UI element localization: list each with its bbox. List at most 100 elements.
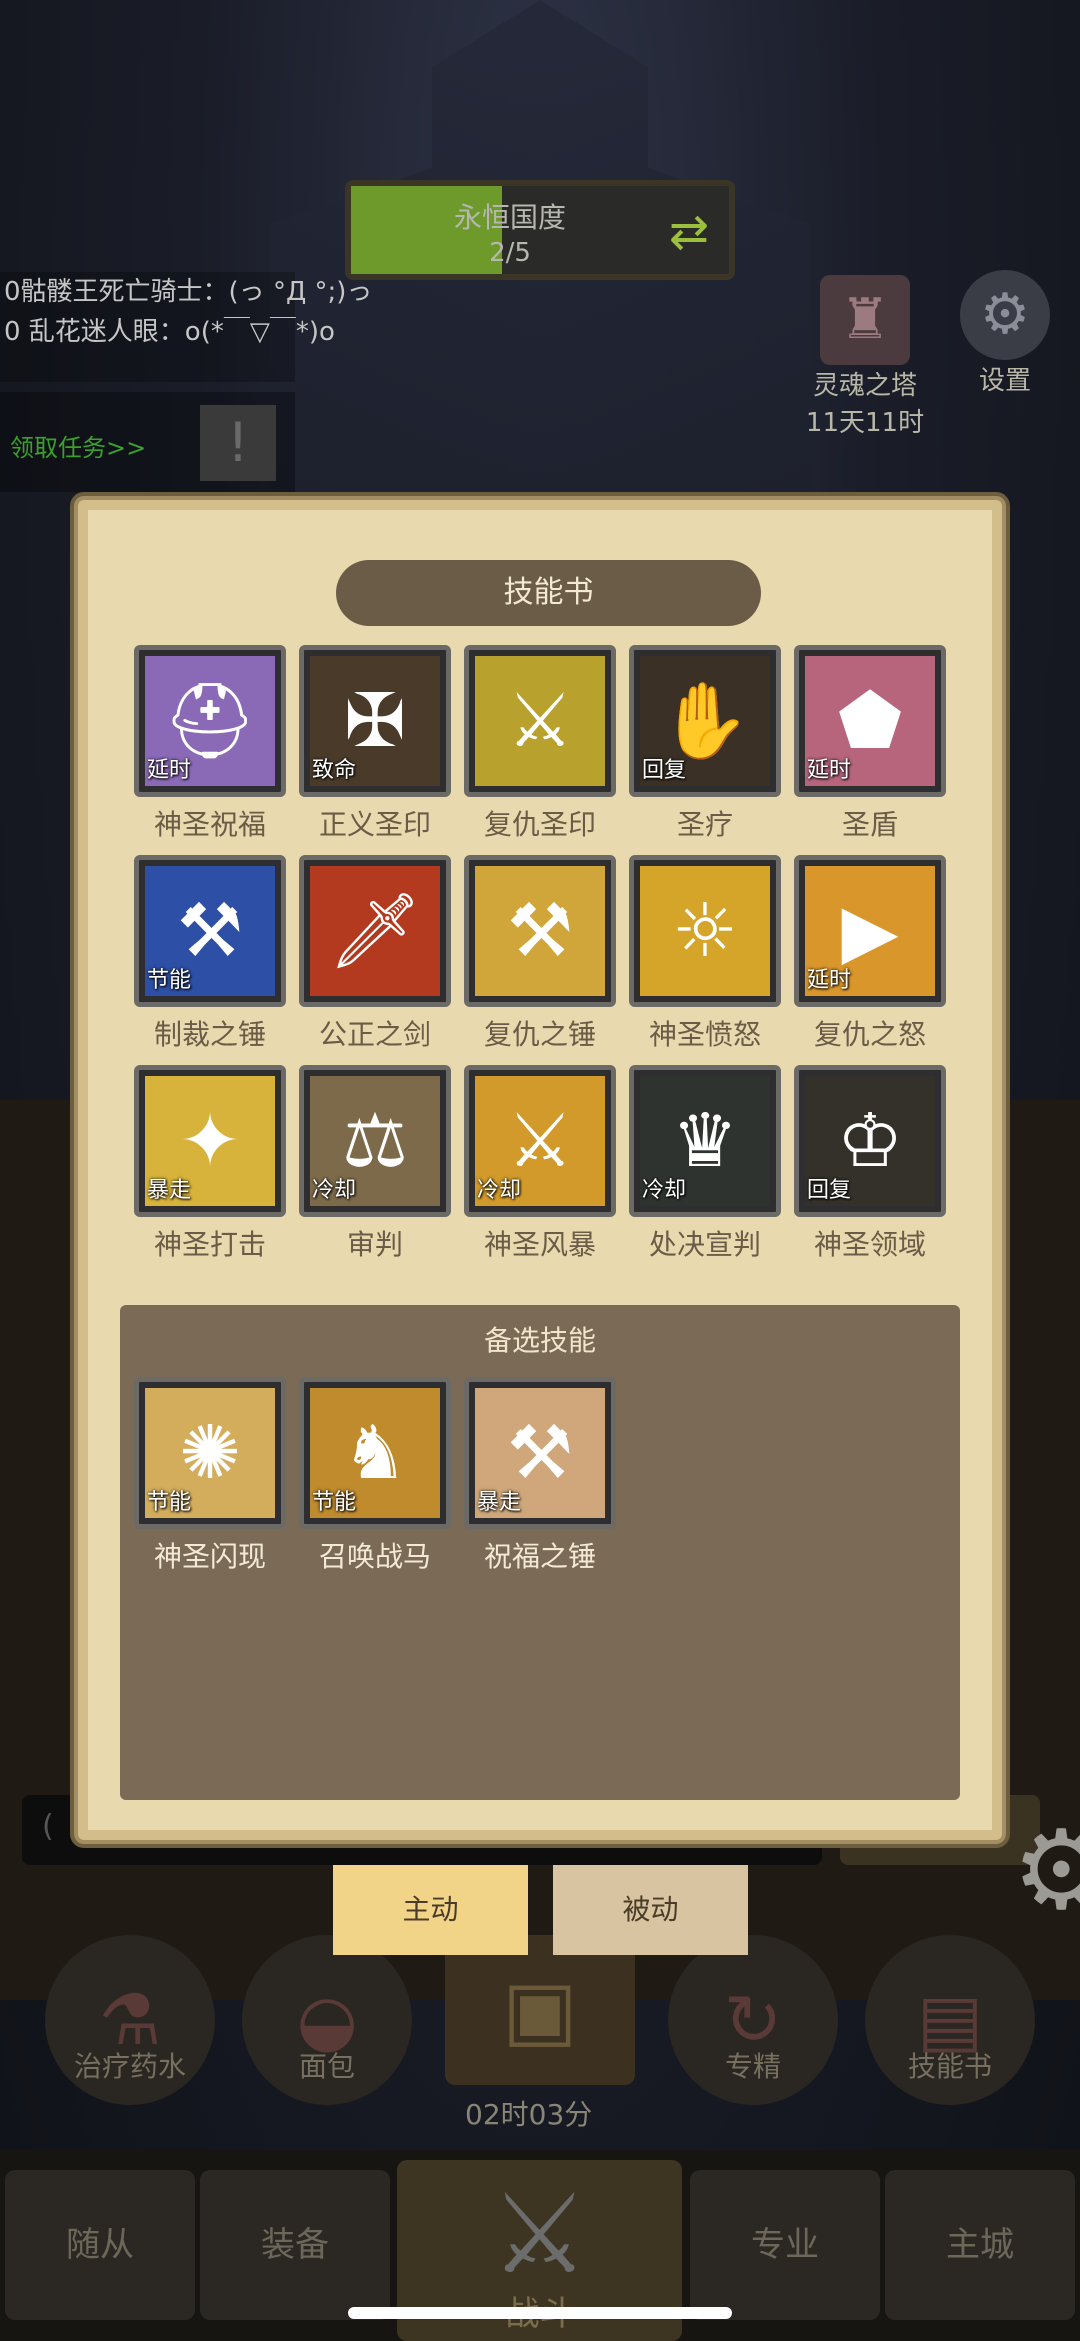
skill-tag: 冷却 xyxy=(477,1178,522,1203)
skill-slot[interactable]: ⬟ 延时圣盾 xyxy=(794,645,946,850)
skill-slot[interactable]: ⛑ 延时神圣祝福 xyxy=(134,645,286,850)
skill-icon-frame: ⚔ 冷却 xyxy=(464,1065,616,1217)
crossed-swords-icon: ⚔ xyxy=(475,656,605,786)
skill-icon-frame: ⚒ xyxy=(464,855,616,1007)
skill-tag: 致命 xyxy=(312,758,357,783)
skill-name: 复仇圣印 xyxy=(483,808,596,841)
skill-slot[interactable]: ▶ 延时复仇之怒 xyxy=(794,855,946,1060)
realm-progress-text: 2/5 xyxy=(489,238,531,268)
skill-tag: 节能 xyxy=(312,1490,357,1515)
tab-passive-skills[interactable]: 被动 xyxy=(553,1865,748,1955)
skill-slot[interactable]: ⚒ 复仇之锤 xyxy=(464,855,616,1060)
skill-icon-frame: ⬟ 延时 xyxy=(794,645,946,797)
skill-name: 神圣祝福 xyxy=(153,808,266,841)
skill-name: 正义圣印 xyxy=(318,808,431,841)
skill-tag: 延时 xyxy=(807,968,852,993)
skill-tag: 冷却 xyxy=(312,1178,357,1203)
skill-slot[interactable]: ✺ 节能神圣闪现 xyxy=(134,1377,286,1582)
skill-slot[interactable]: ♞ 节能召唤战马 xyxy=(299,1377,451,1582)
skill-name: 神圣领域 xyxy=(813,1228,926,1261)
soul-tower-button: ♜ 灵魂之塔 11天11时 xyxy=(790,275,940,439)
skill-icon-frame: ⚖ 冷却 xyxy=(299,1065,451,1217)
skill-name: 制裁之锤 xyxy=(153,1018,266,1051)
tool-label: 治疗药水 xyxy=(73,2050,186,2083)
skill-name: 神圣打击 xyxy=(153,1228,266,1261)
specialization-button: ↻ 专精 xyxy=(668,1935,838,2145)
skill-slot[interactable]: ⚒ 暴走祝福之锤 xyxy=(464,1377,616,1582)
skill-name: 圣盾 xyxy=(841,808,898,841)
skill-icon-frame: ✋ 回复 xyxy=(629,645,781,797)
skill-icon-frame: ☼ xyxy=(629,855,781,1007)
skill-icon-frame: ♛ 冷却 xyxy=(629,1065,781,1217)
skill-icon-frame: 🗡 xyxy=(299,855,451,1007)
bread-button: ◒ 面包 xyxy=(242,1935,412,2145)
skill-slot[interactable]: ⚔ 复仇圣印 xyxy=(464,645,616,850)
tower-name: 灵魂之塔 xyxy=(812,371,917,401)
alternate-skills-section: 备选技能 ✺ 节能 神圣闪现 ♞ 节能 召唤战马 ⚒ 暴走 祝福之锤 xyxy=(120,1305,960,1800)
skill-icon-frame: ⚒ 暴走 xyxy=(464,1377,616,1529)
skill-slot[interactable]: 🗡 公正之剑 xyxy=(299,855,451,1060)
chat-message: 0 乱花迷人眼：o(*￣▽￣*)o xyxy=(4,317,335,347)
skill-tag: 延时 xyxy=(807,758,852,783)
gear-icon: ⚙ xyxy=(1012,1806,1080,1934)
healing-potion-button: ⚗ 治疗药水 xyxy=(45,1935,215,2145)
chest-timer: 02时03分 xyxy=(465,2098,593,2131)
skill-icon-frame: ⚔ xyxy=(464,645,616,797)
settings-button: ⚙ 设置 xyxy=(950,270,1060,397)
tool-label: 专精 xyxy=(724,2050,781,2083)
tab-active-skills[interactable]: 主动 xyxy=(333,1865,528,1955)
skill-icon-frame: ▶ 延时 xyxy=(794,855,946,1007)
settings-label: 设置 xyxy=(978,366,1031,396)
crossed-swords-icon: ⚔ xyxy=(490,2170,589,2298)
skill-icon-frame: ✺ 节能 xyxy=(134,1377,286,1529)
skill-name: 复仇之锤 xyxy=(483,1018,596,1051)
tool-label: 面包 xyxy=(298,2050,355,2083)
nav-equipment: 装备 xyxy=(200,2170,390,2320)
skill-slot[interactable]: ✋ 回复 圣疗 xyxy=(629,645,781,850)
tool-label: 技能书 xyxy=(907,2050,992,2083)
skill-name: 神圣闪现 xyxy=(153,1540,266,1573)
exclamation-icon: ! xyxy=(200,405,276,481)
nav-profession: 专业 xyxy=(690,2170,880,2320)
skill-name: 复仇之怒 xyxy=(813,1018,926,1051)
skill-icon-frame: ⛑ 延时 xyxy=(134,645,286,797)
nav-followers: 随从 xyxy=(5,2170,195,2320)
gear-icon: ⚙ xyxy=(960,270,1050,360)
skill-tag: 回复 xyxy=(807,1178,852,1203)
skill-slot[interactable]: ✠ 致命正义圣印 xyxy=(299,645,451,850)
skill-slot[interactable]: ⚔ 冷却 神圣风暴 xyxy=(464,1065,616,1270)
home-indicator xyxy=(348,2307,732,2319)
realm-progress-banner: 永恒国度 2/5 ⇄ xyxy=(345,180,735,280)
skill-icon-frame: ✠ 致命 xyxy=(299,645,451,797)
skill-slot[interactable]: ✦ 暴走神圣打击 xyxy=(134,1065,286,1270)
skill-slot[interactable]: ☼ 神圣愤怒 xyxy=(629,855,781,1060)
light-beam-icon: ☼ xyxy=(640,866,770,996)
nav-main-city: 主城 xyxy=(885,2170,1075,2320)
skill-icon-frame: ⚒ 节能 xyxy=(134,855,286,1007)
claim-task-link: 领取任务>> xyxy=(10,434,147,462)
realm-name: 永恒国度 xyxy=(453,201,566,234)
skill-tag: 回复 xyxy=(642,758,687,783)
skill-book-panel: 技能书 ⛑ 延时 神圣祝福 ✠ 致命 正义圣印 ⚔ 复仇圣印 ✋ 回复 圣疗 ⬟ 延时 圣盾 ⚒ 节能 制裁之锤… xyxy=(78,500,1002,1840)
skill-slot[interactable]: ♛ 冷却 处决宣判 xyxy=(629,1065,781,1270)
skill-slot[interactable]: ♔ 回复神圣领域 xyxy=(794,1065,946,1270)
skill-book-button: ▤ 技能书 xyxy=(865,1935,1035,2145)
chat-message: 0骷髅王死亡骑士：(っ °Д °;)っ xyxy=(4,277,373,307)
skill-slot[interactable]: ⚒ 节能制裁之锤 xyxy=(134,855,286,1060)
skill-icon-frame: ♞ 节能 xyxy=(299,1377,451,1529)
skill-slot[interactable]: ⚖ 冷却 审判 xyxy=(299,1065,451,1270)
skill-icon-frame: ♔ 回复 xyxy=(794,1065,946,1217)
skill-tag: 暴走 xyxy=(477,1490,522,1515)
flaming-sword-icon: 🗡 xyxy=(310,866,440,996)
refresh-icon: ⇄ xyxy=(668,204,710,260)
skill-icon-frame: ✦ 暴走 xyxy=(134,1065,286,1217)
skill-tag: 暴走 xyxy=(147,1178,192,1203)
skill-name: 神圣愤怒 xyxy=(648,1018,761,1051)
tower-icon: ♜ xyxy=(820,275,910,365)
chat-messages: 0骷髅王死亡骑士：(っ °Д °;)っ 0 乱花迷人眼：o(*￣▽￣*)o xyxy=(0,272,420,372)
skill-tag: 节能 xyxy=(147,1490,192,1515)
skill-name: 祝福之锤 xyxy=(483,1540,596,1573)
skill-name: 召唤战马 xyxy=(318,1540,431,1573)
panel-title: 技能书 xyxy=(336,560,761,626)
skill-tag: 节能 xyxy=(147,968,192,993)
